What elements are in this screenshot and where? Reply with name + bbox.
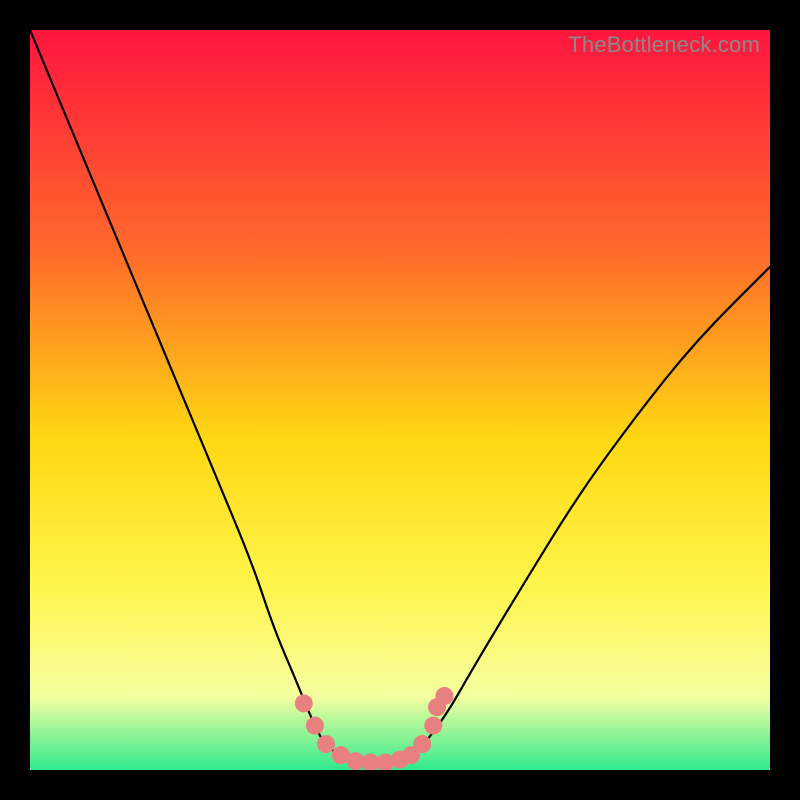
curve-layer (30, 30, 770, 770)
watermark-text: TheBottleneck.com (568, 32, 760, 58)
chart-frame: TheBottleneck.com (0, 0, 800, 800)
plot-area: TheBottleneck.com (30, 30, 770, 770)
bottleneck-curve (30, 30, 770, 763)
marker-dot (435, 687, 453, 705)
marker-dot (295, 694, 313, 712)
marker-dot (317, 735, 335, 753)
marker-dot (413, 735, 431, 753)
marker-dot (306, 717, 324, 735)
bottom-markers (295, 687, 454, 770)
marker-dot (424, 717, 442, 735)
